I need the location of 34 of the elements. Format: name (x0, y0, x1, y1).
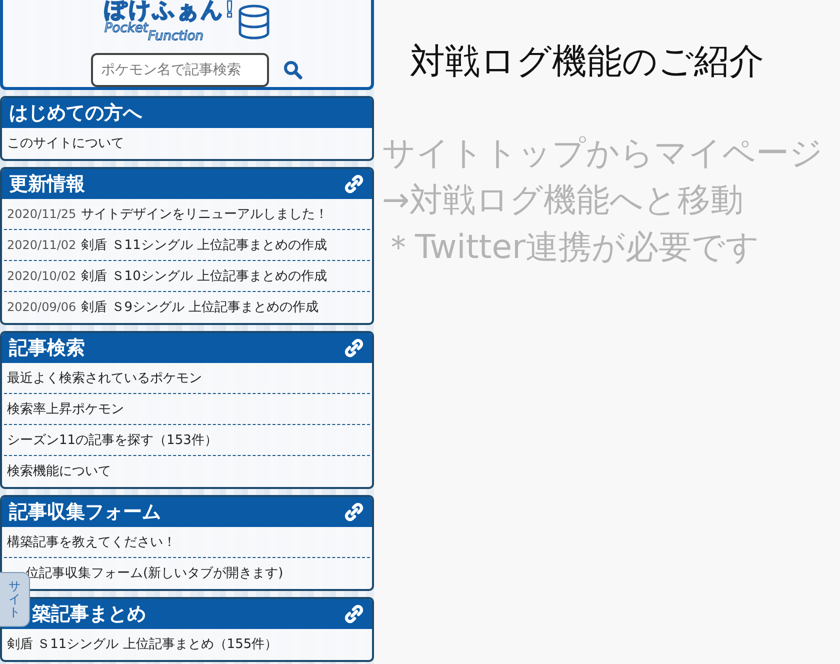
panel-heading: はじめての方へ (9, 101, 142, 126)
news-date: 2020/11/02 (7, 238, 76, 252)
menu-link[interactable]: 最近よく検索されているポケモン (7, 371, 202, 386)
menu-link[interactable]: 検索機能について (7, 464, 111, 479)
logo-title: ぽけふぁん! (104, 0, 236, 22)
database-icon (238, 2, 270, 40)
news-link[interactable]: サイトデザインをリニューアルしました！ (81, 207, 328, 222)
news-link[interactable]: 剣盾 Ｓ9シングル 上位記事まとめの作成 (81, 300, 319, 315)
search-field[interactable]: ポケモン名で記事検索 (91, 53, 269, 87)
intro-text: サイトトップからマイページ (382, 132, 824, 174)
news-date: 2020/10/02 (7, 269, 76, 283)
logo-subtitle: Pocket (104, 22, 148, 36)
menu-link[interactable]: シーズン11の記事を探す（153件） (7, 433, 218, 448)
panel-heading: 築記事まとめ (32, 602, 146, 627)
link-icon[interactable] (344, 502, 364, 522)
link-icon[interactable] (344, 338, 364, 358)
news-date: 2020/11/25 (7, 207, 76, 221)
page-title: 対戦ログ機能のご紹介 (410, 41, 765, 84)
panel-heading: 記事検索 (9, 336, 85, 361)
menu-link[interactable]: このサイトについて (7, 136, 124, 151)
news-link[interactable]: 剣盾 Ｓ11シングル 上位記事まとめの作成 (81, 238, 327, 253)
panel-heading: 更新情報 (9, 172, 85, 197)
panel-heading: 記事収集フォーム (9, 500, 161, 525)
menu-link[interactable]: 検索率上昇ポケモン (7, 402, 124, 417)
link-icon[interactable] (344, 174, 364, 194)
news-link[interactable]: 剣盾 Ｓ10シングル 上位記事まとめの作成 (81, 269, 327, 284)
news-date: 2020/09/06 (7, 300, 76, 314)
link-icon[interactable] (344, 604, 364, 624)
logo-subtitle: Function (148, 30, 204, 43)
menu-link[interactable]: 剣盾 Ｓ11シングル 上位記事まとめ（155件） (7, 637, 278, 652)
intro-text: ＊Twitter連携が必要です (382, 226, 761, 268)
search-icon[interactable] (283, 60, 303, 80)
menu-link[interactable]: 構築記事を教えてください！ (7, 535, 176, 550)
intro-text: →対戦ログ機能へと移動 (382, 179, 745, 221)
